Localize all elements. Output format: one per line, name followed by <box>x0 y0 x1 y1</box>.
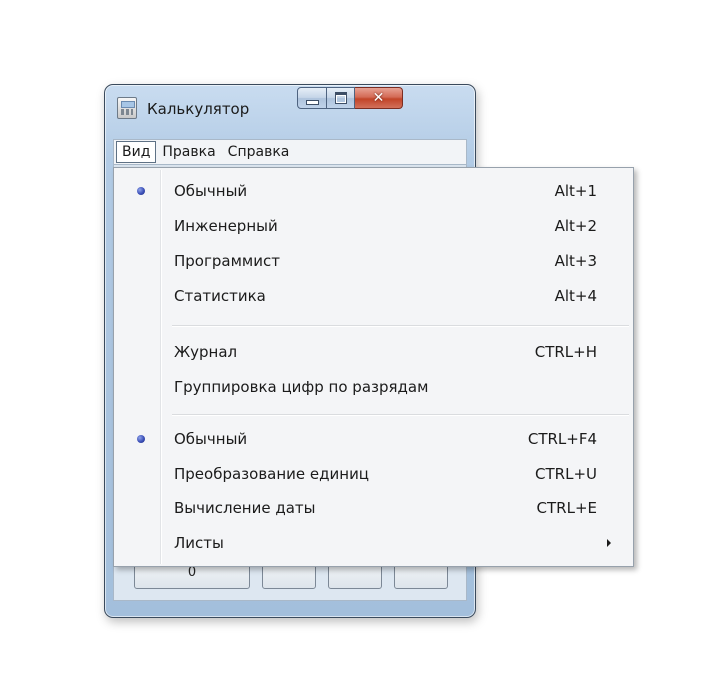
menu-item-basic-mode[interactable]: Обычный CTRL+F4 <box>116 422 631 456</box>
menu-item-shortcut: CTRL+E <box>536 499 597 517</box>
menu-item-shortcut: Alt+2 <box>554 217 597 235</box>
menu-item-worksheets[interactable]: Листы <box>116 526 631 560</box>
minimize-icon <box>305 99 319 105</box>
menu-separator <box>172 414 629 416</box>
radio-bullet-icon <box>137 435 145 443</box>
menu-item-label: Обычный <box>174 182 248 200</box>
menu-item-label: Журнал <box>174 343 238 361</box>
menu-item-label: Инженерный <box>174 217 278 235</box>
menu-item-programmer[interactable]: Программист Alt+3 <box>116 244 631 278</box>
menu-item-shortcut: CTRL+F4 <box>527 430 597 448</box>
menu-bar: Вид Правка Справка <box>113 139 467 165</box>
menu-item-label: Преобразование единиц <box>174 465 370 483</box>
maximize-button[interactable] <box>327 87 355 109</box>
minimize-button[interactable] <box>297 87 327 109</box>
menu-item-standard[interactable]: Обычный Alt+1 <box>116 174 631 208</box>
view-menu-dropdown: Обычный Alt+1 Инженерный Alt+2 Программи… <box>113 167 634 567</box>
zero-button-label: 0 <box>187 565 197 580</box>
menu-item-shortcut: CTRL+H <box>534 343 597 361</box>
calculator-app-icon <box>117 97 137 119</box>
menu-item-shortcut: CTRL+U <box>535 465 597 483</box>
menu-item-unit-conversion[interactable]: Преобразование единиц CTRL+U <box>116 457 631 491</box>
caption-buttons: ✕ <box>297 87 403 109</box>
close-button[interactable]: ✕ <box>355 87 403 109</box>
menu-edit[interactable]: Правка <box>156 141 221 163</box>
menu-item-label: Программист <box>174 252 280 270</box>
menu-item-shortcut: Alt+4 <box>554 287 597 305</box>
submenu-arrow-icon <box>607 539 611 547</box>
menu-item-history[interactable]: Журнал CTRL+H <box>116 335 631 369</box>
menu-item-shortcut: Alt+3 <box>554 252 597 270</box>
menu-item-scientific[interactable]: Инженерный Alt+2 <box>116 209 631 243</box>
menu-item-date-calculation[interactable]: Вычисление даты CTRL+E <box>116 491 631 525</box>
menu-item-statistics[interactable]: Статистика Alt+4 <box>116 279 631 313</box>
menu-item-shortcut: Alt+1 <box>554 182 597 200</box>
menu-item-label: Вычисление даты <box>174 499 316 517</box>
menu-item-label: Группировка цифр по разрядам <box>174 378 429 396</box>
maximize-icon <box>334 92 347 104</box>
menu-item-digit-grouping[interactable]: Группировка цифр по разрядам <box>116 370 631 404</box>
menu-view[interactable]: Вид <box>116 141 157 163</box>
window-title: Калькулятор <box>147 100 250 118</box>
close-icon: ✕ <box>372 90 385 106</box>
menu-separator <box>172 325 629 327</box>
menu-item-label: Статистика <box>174 287 266 305</box>
radio-bullet-icon <box>137 187 145 195</box>
menu-item-label: Листы <box>174 534 224 552</box>
menu-item-label: Обычный <box>174 430 248 448</box>
menu-help[interactable]: Справка <box>222 141 296 163</box>
